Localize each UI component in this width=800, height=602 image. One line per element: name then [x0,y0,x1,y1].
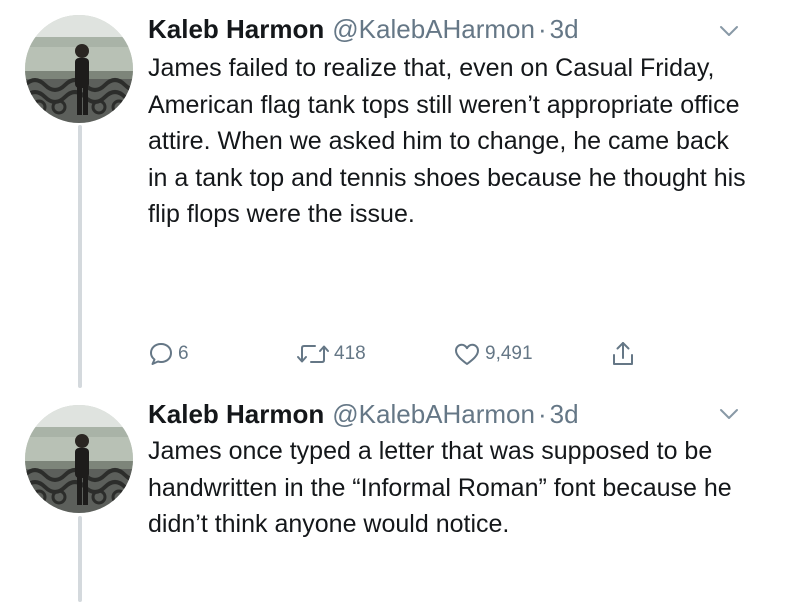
author-display-name[interactable]: Kaleb Harmon [148,12,324,46]
reply-count: 6 [178,343,189,364]
tweet-header: Kaleb Harmon @KalebAHarmon · 3d [148,397,579,431]
tweet-text: James failed to realize that, even on Ca… [148,54,746,228]
share-button[interactable] [610,336,636,372]
avatar[interactable] [25,15,133,123]
author-handle[interactable]: @KalebAHarmon [332,397,535,431]
speech-bubble-icon [148,341,174,367]
tweet[interactable]: Kaleb Harmon @KalebAHarmon · 3d James on… [0,395,800,602]
tweet-timestamp[interactable]: 3d [550,12,579,46]
tweet[interactable]: Kaleb Harmon @KalebAHarmon · 3d James fa… [0,0,800,395]
tweet-header: Kaleb Harmon @KalebAHarmon · 3d [148,12,579,46]
reply-button[interactable]: 6 [148,336,189,372]
heart-outline-icon [453,341,481,367]
author-display-name[interactable]: Kaleb Harmon [148,397,324,431]
tweet-text: James once typed a letter that was suppo… [148,437,732,538]
author-handle[interactable]: @KalebAHarmon [332,12,535,46]
tweet-actions: 6 418 9,491 [148,336,668,372]
retweet-arrows-icon [296,341,330,367]
chevron-down-icon[interactable] [718,20,740,42]
like-button[interactable]: 9,491 [453,336,533,372]
tweet-timestamp[interactable]: 3d [550,397,579,431]
header-separator: · [537,14,547,44]
retweet-count: 418 [334,343,366,364]
avatar-photo [25,405,133,513]
tweet-thread: Kaleb Harmon @KalebAHarmon · 3d James fa… [0,0,800,602]
chevron-down-icon[interactable] [718,403,740,425]
retweet-button[interactable]: 418 [296,336,366,372]
avatar-photo [25,15,133,123]
header-separator: · [537,399,547,429]
like-count: 9,491 [485,343,533,364]
share-upload-icon [610,340,636,368]
avatar[interactable] [25,405,133,513]
